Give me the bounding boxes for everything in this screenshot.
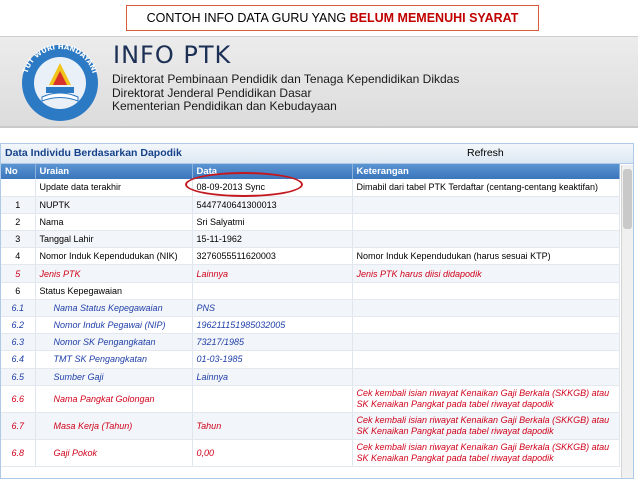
cell-keterangan: Dimabil dari tabel PTK Terdaftar (centan…	[352, 179, 620, 197]
cell-uraian: NUPTK	[35, 196, 193, 214]
cell-keterangan	[352, 350, 620, 369]
table-row[interactable]: 4 Nomor Induk Kependudukan (NIK) 327605551…	[1, 247, 620, 266]
cell-no	[1, 179, 36, 197]
data-table: No Uraian Data Keterangan Update data te…	[1, 164, 620, 467]
cell-keterangan	[352, 333, 620, 352]
table-row[interactable]: 2 Nama Sri Salyatmi	[1, 213, 620, 232]
cell-no: 6.2	[1, 316, 36, 335]
cell-keterangan	[352, 282, 620, 300]
cell-uraian: Sumber Gaji	[35, 368, 193, 386]
panel-title: Data Individu Berdasarkan Dapodik	[5, 147, 182, 159]
cell-uraian: Nama Status Kepegawaian	[35, 299, 193, 318]
cell-no: 3	[1, 230, 36, 249]
cell-uraian: Nama	[35, 213, 193, 232]
cell-data	[192, 282, 353, 300]
column-header-keterangan[interactable]: Keterangan	[352, 164, 620, 179]
cell-no: 6.8	[1, 439, 36, 467]
data-panel: Data Individu Berdasarkan Dapodik Refres…	[0, 143, 634, 479]
slide-caption: CONTOH INFO DATA GURU YANG BELUM MEMENUH…	[126, 5, 539, 31]
cell-uraian: Tanggal Lahir	[35, 230, 193, 249]
cell-keterangan	[352, 196, 620, 214]
cell-keterangan: Cek kembali isian riwayat Kenaikan Gaji …	[352, 385, 620, 413]
table-row[interactable]: 6.5 Sumber Gaji Lainnya	[1, 368, 620, 386]
caption-highlight: BELUM MEMENUHI SYARAT	[349, 11, 519, 25]
cell-data: PNS	[192, 299, 353, 318]
cell-uraian: Jenis PTK	[35, 264, 193, 283]
cell-no: 2	[1, 213, 36, 232]
cell-no: 5	[1, 264, 36, 283]
table-row[interactable]: 1 NUPTK 5447740641300013	[1, 196, 620, 214]
cell-uraian: Update data terakhir	[35, 179, 193, 197]
banner-subtitles: Direktorat Pembinaan Pendidik dan Tenaga…	[112, 72, 460, 114]
table-body: Update data terakhir 08-09-2013 Sync Dimab…	[1, 179, 620, 467]
cell-no: 6.6	[1, 385, 36, 413]
cell-keterangan	[352, 316, 620, 335]
table-row[interactable]: 5 Jenis PTK Lainnya Jenis PTK harus diisi d…	[1, 264, 620, 283]
vertical-scrollbar[interactable]	[621, 165, 633, 478]
banner-line-1: Direktorat Pembinaan Pendidik dan Tenaga…	[112, 72, 460, 86]
cell-data: 196211151985032005	[192, 316, 353, 335]
cell-no: 4	[1, 247, 36, 266]
tut-wuri-handayani-logo: TUT WURI HANDAYANI	[22, 43, 98, 121]
cell-keterangan	[352, 299, 620, 318]
table-row[interactable]: 6.7 Masa Kerja (Tahun) Tahun Cek kembali is…	[1, 412, 620, 440]
cell-no: 6.7	[1, 412, 36, 440]
table-row[interactable]: 6.8 Gaji Pokok 0,00 Cek kembali isian riway…	[1, 439, 620, 467]
cell-no: 1	[1, 196, 36, 214]
app-title: INFO PTK	[113, 41, 232, 69]
cell-keterangan: Nomor Induk Kependudukan (harus sesuai K…	[352, 247, 620, 266]
highlight-circle-annotation	[185, 172, 303, 197]
cell-no: 6.5	[1, 368, 36, 386]
table-row[interactable]: 6 Status Kepegawaian	[1, 282, 620, 300]
cell-data: Tahun	[192, 412, 353, 440]
cell-keterangan: Jenis PTK harus diisi didapodik	[352, 264, 620, 283]
cell-uraian: Nama Pangkat Golongan	[35, 385, 193, 413]
cell-data: 5447740641300013	[192, 196, 353, 214]
cell-no: 6.1	[1, 299, 36, 318]
cell-keterangan: Cek kembali isian riwayat Kenaikan Gaji …	[352, 412, 620, 440]
app-banner: TUT WURI HANDAYANI INFO PTK Direktorat P…	[0, 36, 638, 128]
banner-line-3: Kementerian Pendidikan dan Kebudayaan	[112, 99, 337, 113]
cell-data: 01-03-1985	[192, 350, 353, 369]
column-header-no[interactable]: No	[1, 164, 36, 179]
cell-uraian: Nomor SK Pengangkatan	[35, 333, 193, 352]
table-row[interactable]: 6.4 TMT SK Pengangkatan 01-03-1985	[1, 350, 620, 369]
cell-uraian: Status Kepegawaian	[35, 282, 193, 300]
cell-data: 3276055511620003	[192, 247, 353, 266]
cell-data: Lainnya	[192, 264, 353, 283]
cell-no: 6.4	[1, 350, 36, 369]
cell-keterangan	[352, 213, 620, 232]
cell-uraian: Masa Kerja (Tahun)	[35, 412, 193, 440]
cell-data: Sri Salyatmi	[192, 213, 353, 232]
cell-keterangan	[352, 230, 620, 249]
cell-no: 6	[1, 282, 36, 300]
table-row[interactable]: 6.2 Nomor Induk Pegawai (NIP) 196211151985…	[1, 316, 620, 335]
cell-data: Lainnya	[192, 368, 353, 386]
cell-keterangan: Cek kembali isian riwayat Kenaikan Gaji …	[352, 439, 620, 467]
table-header-row: No Uraian Data Keterangan	[1, 164, 620, 179]
cell-uraian: Nomor Induk Kependudukan (NIK)	[35, 247, 193, 266]
cell-uraian: Nomor Induk Pegawai (NIP)	[35, 316, 193, 335]
table-row[interactable]: Update data terakhir 08-09-2013 Sync Dimab…	[1, 179, 620, 197]
cell-data: 0,00	[192, 439, 353, 467]
banner-line-2: Direktorat Jenderal Pendidikan Dasar	[112, 85, 312, 100]
cell-uraian: TMT SK Pengangkatan	[35, 350, 193, 369]
column-header-uraian[interactable]: Uraian	[35, 164, 193, 179]
table-row[interactable]: 6.6 Nama Pangkat Golongan Cek kembali isia…	[1, 385, 620, 413]
cell-uraian: Gaji Pokok	[35, 439, 193, 467]
table-row[interactable]: 6.3 Nomor SK Pengangkatan 73217/1985	[1, 333, 620, 352]
cell-keterangan	[352, 368, 620, 386]
refresh-button[interactable]: Refresh	[467, 147, 504, 159]
cell-data: 15-11-1962	[192, 230, 353, 249]
panel-header: Data Individu Berdasarkan Dapodik Refres…	[1, 144, 633, 164]
cell-data: 73217/1985	[192, 333, 353, 352]
table-row[interactable]: 6.1 Nama Status Kepegawaian PNS	[1, 299, 620, 318]
caption-prefix: CONTOH INFO DATA GURU YANG	[146, 11, 350, 25]
cell-data	[192, 385, 353, 413]
scrollbar-thumb[interactable]	[623, 169, 632, 229]
table-row[interactable]: 3 Tanggal Lahir 15-11-1962	[1, 230, 620, 249]
cell-no: 6.3	[1, 333, 36, 352]
